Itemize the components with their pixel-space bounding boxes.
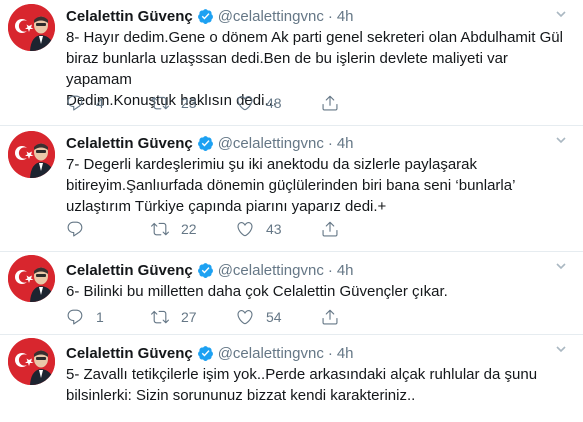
tweet[interactable]: Celalettin Güvenç @celalettingvnc · 4h 6…: [0, 252, 583, 335]
retweet-count: 27: [181, 309, 197, 325]
tweet-header: Celalettin Güvenç @celalettingvnc · 4h: [66, 6, 573, 26]
share-button[interactable]: [321, 308, 361, 326]
tweet-header: Celalettin Güvenç @celalettingvnc · 4h: [66, 133, 573, 153]
share-icon: [322, 309, 338, 325]
share-button[interactable]: [321, 94, 361, 112]
avatar[interactable]: [8, 131, 55, 178]
tweet-actions: 4 23 48: [66, 94, 406, 112]
avatar[interactable]: [8, 255, 55, 302]
verified-badge-icon: [197, 135, 214, 152]
verified-badge-icon: [197, 345, 214, 362]
author-handle[interactable]: @celalettingvnc: [218, 345, 324, 362]
like-button[interactable]: 48: [236, 94, 321, 112]
author-name[interactable]: Celalettin Güvenç: [66, 8, 193, 25]
timestamp[interactable]: 4h: [337, 262, 354, 279]
retweet-button[interactable]: 23: [151, 94, 236, 112]
tweet-timeline: Celalettin Güvenç @celalettingvnc · 4h 8…: [0, 0, 583, 422]
retweet-count: 23: [181, 95, 197, 111]
retweet-icon: [151, 96, 169, 110]
timestamp[interactable]: 4h: [337, 135, 354, 152]
verified-badge-icon: [197, 8, 214, 25]
author-name[interactable]: Celalettin Güvenç: [66, 345, 193, 362]
author-handle[interactable]: @celalettingvnc: [218, 262, 324, 279]
author-handle[interactable]: @celalettingvnc: [218, 135, 324, 152]
retweet-icon: [151, 222, 169, 236]
separator-dot: ·: [327, 344, 333, 362]
like-count: 43: [266, 221, 282, 237]
tweet-actions: 1 27 54: [66, 308, 406, 326]
tweet-header: Celalettin Güvenç @celalettingvnc · 4h: [66, 260, 573, 280]
retweet-button[interactable]: 22: [151, 220, 236, 238]
chevron-down-icon[interactable]: [555, 343, 567, 355]
heart-icon: [237, 310, 253, 325]
timestamp[interactable]: 4h: [337, 345, 354, 362]
avatar[interactable]: [8, 338, 55, 385]
reply-icon: [67, 95, 83, 111]
heart-icon: [237, 96, 253, 111]
tweet[interactable]: Celalettin Güvenç @celalettingvnc · 4h 7…: [0, 126, 583, 252]
like-button[interactable]: 54: [236, 308, 321, 326]
separator-dot: ·: [327, 7, 333, 25]
separator-dot: ·: [327, 261, 333, 279]
like-count: 48: [266, 95, 282, 111]
retweet-button[interactable]: 27: [151, 308, 236, 326]
reply-count: 1: [96, 309, 104, 325]
author-handle[interactable]: @celalettingvnc: [218, 8, 324, 25]
chevron-down-icon[interactable]: [555, 260, 567, 272]
reply-icon: [67, 309, 83, 325]
tweet-header: Celalettin Güvenç @celalettingvnc · 4h: [66, 343, 573, 363]
reply-icon: [67, 221, 83, 237]
verified-badge-icon: [197, 262, 214, 279]
reply-count: 4: [96, 95, 104, 111]
author-name[interactable]: Celalettin Güvenç: [66, 262, 193, 279]
chevron-down-icon[interactable]: [555, 8, 567, 20]
chevron-down-icon[interactable]: [555, 134, 567, 146]
share-icon: [322, 221, 338, 237]
tweet-actions: 22 43: [66, 220, 406, 238]
tweet[interactable]: Celalettin Güvenç @celalettingvnc · 4h 8…: [0, 0, 583, 126]
retweet-count: 22: [181, 221, 197, 237]
author-name[interactable]: Celalettin Güvenç: [66, 135, 193, 152]
reply-button[interactable]: 4: [66, 94, 151, 112]
tweet-text: 6- Bilinki bu milletten daha çok Celalet…: [66, 283, 448, 300]
share-button[interactable]: [321, 220, 361, 238]
tweet-text: 7- Degerli kardeşlerimiu şu iki anektodu…: [66, 156, 516, 215]
tweet-text: 5- Zavallı tetikçilerle işim yok..Perde …: [66, 366, 538, 404]
like-count: 54: [266, 309, 282, 325]
heart-icon: [237, 222, 253, 237]
tweet[interactable]: Celalettin Güvenç @celalettingvnc · 4h 5…: [0, 335, 583, 422]
reply-button[interactable]: [66, 220, 151, 238]
share-icon: [322, 95, 338, 111]
retweet-icon: [151, 310, 169, 324]
avatar[interactable]: [8, 4, 55, 51]
like-button[interactable]: 43: [236, 220, 321, 238]
timestamp[interactable]: 4h: [337, 8, 354, 25]
reply-button[interactable]: 1: [66, 308, 151, 326]
separator-dot: ·: [327, 134, 333, 152]
